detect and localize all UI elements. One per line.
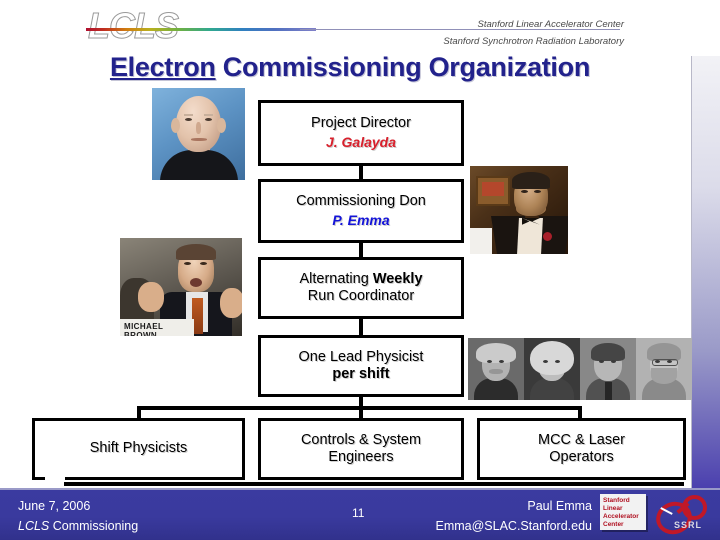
org-line-1: Stanford Linear Accelerator Center	[477, 19, 624, 30]
org-node-controls-engineers[interactable]: Controls & System Engineers	[258, 418, 464, 480]
slac-line-2: Linear	[603, 505, 623, 512]
michael-brown-photo: MICHAEL BROWN	[120, 238, 242, 336]
org-node-project-director[interactable]: Project Director J. Galayda	[258, 100, 464, 166]
godfather-photo	[470, 166, 568, 254]
org-node-commissioning-don[interactable]: Commissioning Don P. Emma	[258, 179, 464, 243]
slac-wordmark: Stanford Linear Accelerator Center	[600, 494, 646, 530]
footer-date: June 7, 2006	[18, 499, 91, 513]
footer-author: Paul Emma	[527, 499, 592, 513]
org-node-mcc-laser-operators[interactable]: MCC & Laser Operators	[477, 418, 686, 480]
footer-email[interactable]: Emma@SLAC.Stanford.edu	[435, 519, 592, 533]
slac-line-3: Accelerator	[603, 513, 639, 520]
bohr-portrait	[580, 338, 636, 400]
modern-physicist-portrait	[636, 338, 692, 400]
org-node-line-1: MCC & Laser	[537, 431, 626, 448]
connector-director-to-don	[359, 166, 363, 179]
lcls-logo: LCLS	[88, 4, 218, 48]
page-title: Electron Commissioning Organization	[0, 52, 700, 83]
slac-line-4: Center	[603, 521, 624, 528]
slac-line-1: Stanford	[603, 497, 630, 504]
galayda-photo	[152, 88, 245, 180]
footer-black-rule	[64, 482, 684, 486]
org-node-lead-physicist[interactable]: One Lead Physicist per shift	[258, 335, 464, 397]
slide-footer: June 7, 2006 LCLS Commissioning 11 Paul …	[0, 470, 720, 540]
org-node-line-2: per shift	[332, 366, 390, 382]
org-node-line-1: Controls & System	[300, 431, 422, 448]
org-node-line-2: Operators	[549, 449, 614, 465]
org-node-line-1: One Lead Physicist	[298, 348, 424, 365]
org-node-label: Shift Physicists	[89, 440, 188, 457]
org-node-label: Commissioning Don	[296, 193, 426, 210]
footer-notch	[45, 470, 65, 488]
rainbow-rule-icon	[86, 28, 316, 31]
footer-event-italic: LCLS	[18, 519, 50, 533]
org-node-run-coordinator[interactable]: Alternating Weekly Run Coordinator	[258, 257, 464, 319]
org-node-line-1: Alternating Weekly	[299, 271, 422, 288]
footer-top-rule	[0, 488, 720, 490]
footer-event: LCLS Commissioning	[18, 519, 138, 533]
org-node-label-prefix: Alternating	[299, 270, 373, 287]
connector-coordinator-to-lead	[359, 319, 363, 335]
newton-portrait	[524, 338, 580, 400]
connector-don-to-coordinator	[359, 243, 363, 257]
footer-page-number: 11	[352, 506, 365, 520]
footer-event-rest: Commissioning	[49, 519, 139, 533]
right-edge-gradient	[692, 56, 720, 490]
page-title-rest: Commissioning Organization	[215, 52, 591, 82]
ssrl-mark-icon: SSRL	[651, 494, 710, 539]
slac-logo: Stanford Linear Accelerator Center SSRL	[600, 494, 712, 539]
slide-header: LCLS Stanford Linear Accelerator Center …	[0, 0, 720, 56]
org-node-person: P. Emma	[332, 212, 390, 229]
org-node-line-2: Run Coordinator	[307, 288, 415, 304]
einstein-portrait	[468, 338, 524, 400]
org-line-2: Stanford Synchrotron Radiation Laborator…	[443, 36, 624, 47]
nameplate: MICHAEL BROWN	[120, 319, 194, 336]
ssrl-text: SSRL	[674, 520, 703, 530]
lcls-logo-text: LCLS	[88, 5, 180, 47]
slide-canvas: LCLS Stanford Linear Accelerator Center …	[0, 0, 720, 540]
org-node-label: Project Director	[311, 115, 411, 132]
org-node-line-2: Engineers	[328, 449, 394, 465]
org-node-person: J. Galayda	[325, 134, 397, 151]
page-title-underlined: Electron	[109, 52, 216, 82]
org-node-label-emphasis: Weekly	[372, 270, 423, 287]
physicists-strip	[468, 338, 692, 400]
nameplate-text: MICHAEL BROWN	[124, 322, 164, 336]
